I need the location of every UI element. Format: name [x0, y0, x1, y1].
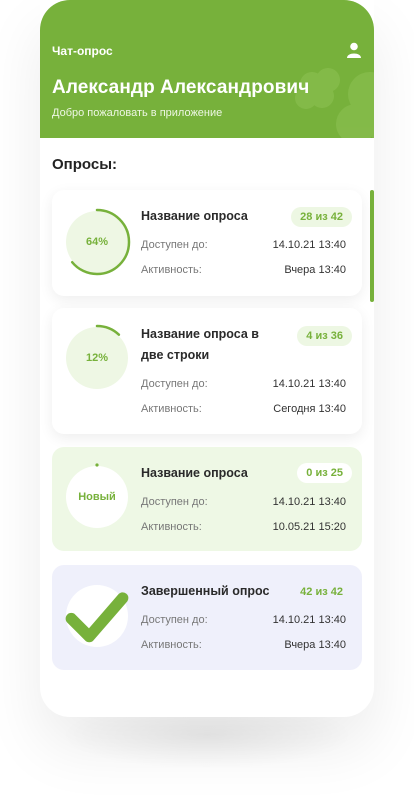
available-value: 14.10.21 13:40 — [272, 614, 346, 626]
section-title: Опросы: — [52, 156, 118, 173]
user-name: Александр Александрович — [52, 77, 310, 98]
user-icon[interactable] — [346, 42, 362, 58]
welcome-text: Добро пожаловать в приложение — [52, 107, 223, 119]
activity-label: Активность: — [141, 639, 202, 651]
survey-title: Завершенный опрос — [141, 584, 270, 598]
survey-card-completed[interactable]: Завершенный опрос 42 из 42 Доступен до: … — [52, 565, 362, 670]
activity-value: 10.05.21 15:20 — [272, 521, 346, 533]
available-label: Доступен до: — [141, 496, 208, 508]
available-label: Доступен до: — [141, 239, 208, 251]
activity-label: Активность: — [141, 264, 202, 276]
activity-value: Сегодня 13:40 — [273, 403, 346, 415]
new-label: Новый — [78, 491, 116, 503]
progress-circle: 12% — [63, 324, 131, 392]
survey-title: Название опроса в две строки — [141, 327, 259, 362]
survey-title: Название опроса — [141, 209, 248, 223]
activity-label: Активность: — [141, 521, 202, 533]
answers-badge: 42 из 42 — [300, 586, 343, 598]
phone-screen: Чат-опрос Александр Александрович Добро … — [40, 0, 374, 717]
progress-percent: 12% — [85, 352, 109, 364]
checkmark-icon — [65, 592, 129, 643]
available-label: Доступен до: — [141, 378, 208, 390]
available-value: 14.10.21 13:40 — [272, 378, 346, 390]
scrollbar[interactable] — [370, 190, 374, 302]
available-value: 14.10.21 13:40 — [272, 496, 346, 508]
answers-badge: 4 из 36 — [297, 326, 352, 346]
available-label: Доступен до: — [141, 614, 208, 626]
answers-badge: 0 из 25 — [297, 463, 352, 483]
activity-value: Вчера 13:40 — [284, 639, 346, 651]
survey-title: Название опроса — [141, 466, 248, 480]
app-title: Чат-опрос — [52, 44, 113, 58]
available-value: 14.10.21 13:40 — [272, 239, 346, 251]
answers-badge: 28 из 42 — [291, 207, 352, 227]
progress-percent: 64% — [85, 236, 109, 248]
progress-circle: Новый — [66, 463, 128, 528]
survey-card[interactable]: 64% Название опроса 28 из 42 Доступен до… — [52, 190, 362, 296]
clover-decoration — [295, 68, 374, 138]
header: Чат-опрос Александр Александрович Добро … — [40, 0, 374, 138]
survey-card[interactable]: 12% Название опроса в две строки 4 из 36… — [52, 308, 362, 434]
progress-circle: 64% — [63, 208, 131, 276]
activity-label: Активность: — [141, 403, 202, 415]
completed-circle — [65, 585, 129, 647]
survey-card-new[interactable]: Новый Название опроса 0 из 25 Доступен д… — [52, 447, 362, 551]
activity-value: Вчера 13:40 — [284, 264, 346, 276]
